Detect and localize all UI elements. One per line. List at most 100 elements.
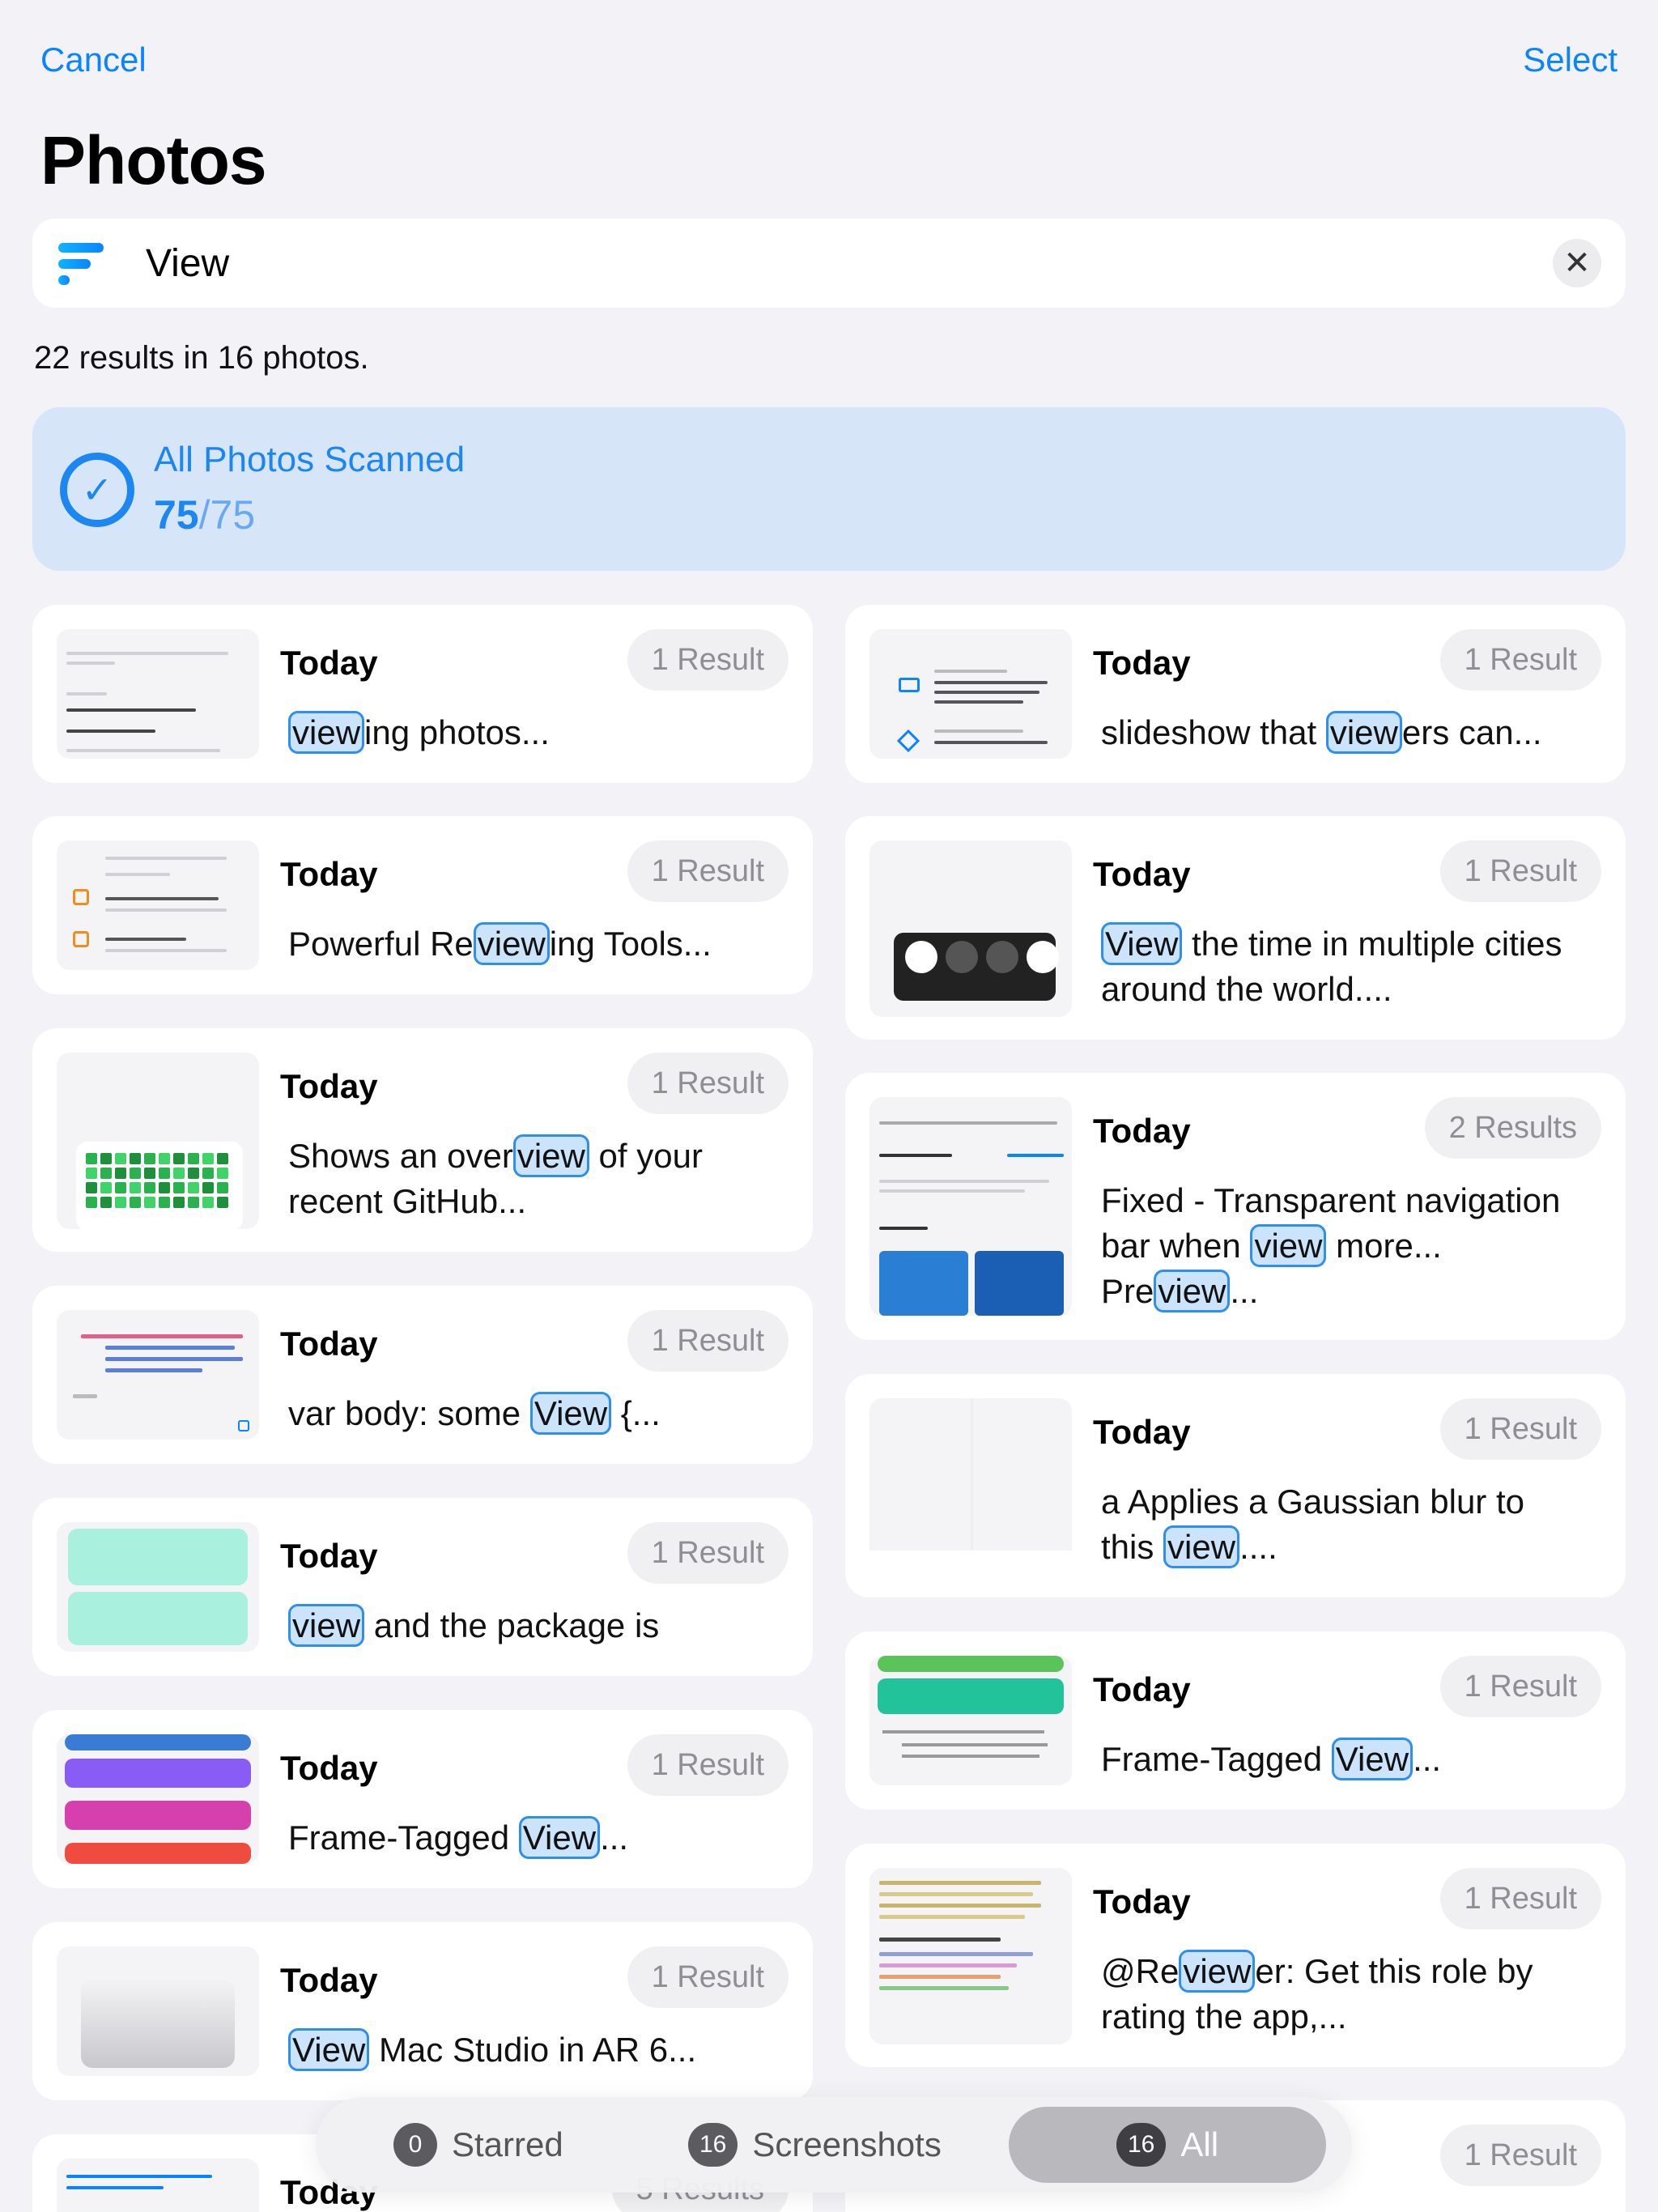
result-card[interactable]: Today 1 Result Shows an over view of your…	[32, 1028, 813, 1252]
result-snippet: Shows an over view of your recent GitHub.…	[288, 1134, 772, 1224]
photo-thumbnail	[869, 1398, 1072, 1575]
match-highlight: view	[1179, 1950, 1256, 1993]
match-highlight: view	[473, 922, 550, 965]
photo-thumbnail	[57, 840, 259, 970]
tab-count: 16	[688, 2122, 738, 2167]
filter-tab-bar: 0 Starred 16 Screenshots 16 All	[316, 2097, 1352, 2193]
match-highlight: view	[1163, 1525, 1240, 1568]
result-date: Today	[280, 1325, 378, 1363]
close-icon[interactable]: ✕	[1553, 239, 1601, 287]
result-count-badge: 1 Result	[627, 1734, 789, 1796]
result-count-badge: 1 Result	[1439, 1656, 1601, 1717]
result-snippet: View Mac Studio in AR 6...	[288, 2027, 772, 2073]
result-date: Today	[280, 1537, 378, 1575]
search-field[interactable]: View ✕	[32, 219, 1626, 308]
result-card[interactable]: Today 1 Result Frame-Tagged View...	[32, 1710, 813, 1888]
checkmark-icon: ✓	[60, 453, 134, 527]
tab-label: Starred	[452, 2125, 563, 2163]
match-highlight: view	[1325, 711, 1402, 754]
results-summary: 22 results in 16 photos.	[34, 340, 369, 376]
page-title: Photos	[40, 122, 267, 198]
result-snippet: Frame-Tagged View...	[1101, 1737, 1585, 1782]
result-snippet: Fixed - Transparent navigation bar when …	[1101, 1178, 1585, 1314]
result-count-badge: 1 Result	[627, 1053, 789, 1114]
result-card[interactable]: Today 1 Result View the time in multiple…	[845, 816, 1626, 1040]
result-snippet: View the time in multiple cities around …	[1101, 921, 1585, 1012]
result-card[interactable]: Today 1 Result slideshow that view ers ca…	[845, 605, 1626, 783]
result-count-badge: 1 Result	[1439, 629, 1601, 691]
match-highlight: view	[288, 711, 365, 754]
result-date: Today	[1093, 1670, 1191, 1708]
result-date: Today	[280, 855, 378, 893]
scan-count: 75/75	[154, 492, 256, 538]
result-date: Today	[1093, 1882, 1191, 1921]
result-count-badge: 1 Result	[1439, 1868, 1601, 1929]
navigation-bar: Cancel Select	[40, 40, 1618, 89]
result-date: Today	[280, 644, 378, 682]
tab-screenshots[interactable]: 16 Screenshots	[688, 2097, 942, 2193]
tab-label: Screenshots	[752, 2125, 942, 2163]
scan-status-label: All Photos Scanned	[154, 440, 466, 479]
result-card[interactable]: Today 1 Result view ing photos...	[32, 605, 813, 783]
tab-label: All	[1180, 2125, 1219, 2163]
result-card[interactable]: Today 2 Results Fixed - Transparent navi…	[845, 1073, 1626, 1340]
tab-count: 16	[1116, 2122, 1167, 2167]
match-highlight: View	[288, 2028, 370, 2071]
filter-icon[interactable]	[58, 243, 104, 285]
result-card[interactable]: Today 1 Result View Mac Studio in AR 6..…	[32, 1922, 813, 2100]
result-date: Today	[280, 1749, 378, 1787]
photo-thumbnail	[869, 1097, 1072, 1316]
result-snippet: view and the package is	[288, 1603, 772, 1648]
result-card[interactable]: Today 1 Result a Applies a Gaussian blur…	[845, 1374, 1626, 1597]
match-highlight: View	[529, 1392, 612, 1435]
result-count-badge: 1 Result	[627, 840, 789, 902]
result-card[interactable]: Today 1 Result view and the package is	[32, 1498, 813, 1676]
result-count-badge: 1 Result	[1439, 1398, 1601, 1460]
result-snippet: slideshow that view ers can...	[1101, 710, 1585, 755]
match-highlight: view	[1154, 1270, 1231, 1312]
result-count-badge: 1 Result	[1439, 2125, 1601, 2186]
result-count-badge: 1 Result	[627, 1310, 789, 1372]
photo-thumbnail	[57, 1522, 259, 1652]
result-card[interactable]: Today 1 Result var body: some View {...	[32, 1286, 813, 1464]
result-date: Today	[1093, 644, 1191, 682]
photo-thumbnail	[869, 1656, 1072, 1785]
photo-thumbnail	[57, 1946, 259, 2076]
result-count-badge: 1 Result	[627, 1522, 789, 1584]
result-card[interactable]: Today 1 Result Powerful Re view ing Tools.…	[32, 816, 813, 994]
result-count-badge: 1 Result	[627, 1946, 789, 2008]
select-button[interactable]: Select	[1523, 40, 1618, 79]
match-highlight: View	[1101, 922, 1183, 965]
photo-thumbnail	[869, 1868, 1072, 2044]
result-date: Today	[1093, 855, 1191, 893]
result-count-badge: 2 Results	[1424, 1097, 1601, 1159]
result-date: Today	[1093, 1112, 1191, 1150]
tab-starred[interactable]: 0 Starred	[393, 2097, 563, 2193]
photo-thumbnail	[57, 629, 259, 759]
photo-thumbnail	[57, 1053, 259, 1229]
scan-status-banner: ✓ All Photos Scanned 75/75	[32, 407, 1626, 571]
tab-all[interactable]: 16 All	[1009, 2107, 1326, 2183]
result-snippet: var body: some View {...	[288, 1391, 772, 1436]
match-highlight: View	[518, 1816, 601, 1859]
cancel-button[interactable]: Cancel	[40, 40, 147, 79]
result-date: Today	[1093, 1413, 1191, 1451]
photo-thumbnail	[869, 840, 1072, 1017]
search-input[interactable]: View	[146, 241, 229, 286]
result-card[interactable]: Today 1 Result @Re view er: Get this role …	[845, 1844, 1626, 2067]
result-count-badge: 1 Result	[1439, 840, 1601, 902]
photo-thumbnail	[869, 629, 1072, 759]
photo-thumbnail	[57, 1734, 259, 1864]
result-date: Today	[280, 1067, 378, 1105]
result-snippet: view ing photos...	[288, 710, 772, 755]
match-highlight: View	[1331, 1738, 1414, 1780]
result-snippet: Frame-Tagged View...	[288, 1815, 772, 1861]
result-date: Today	[280, 1961, 378, 1999]
result-card[interactable]: Today 1 Result Frame-Tagged View...	[845, 1631, 1626, 1810]
result-snippet: @Re view er: Get this role by rating the a…	[1101, 1949, 1585, 2040]
result-count-badge: 1 Result	[627, 629, 789, 691]
photo-thumbnail	[57, 1310, 259, 1440]
result-snippet: a Applies a Gaussian blur to this view..…	[1101, 1479, 1585, 1570]
result-snippet: Powerful Re view ing Tools...	[288, 921, 772, 967]
match-highlight: view	[512, 1134, 589, 1177]
